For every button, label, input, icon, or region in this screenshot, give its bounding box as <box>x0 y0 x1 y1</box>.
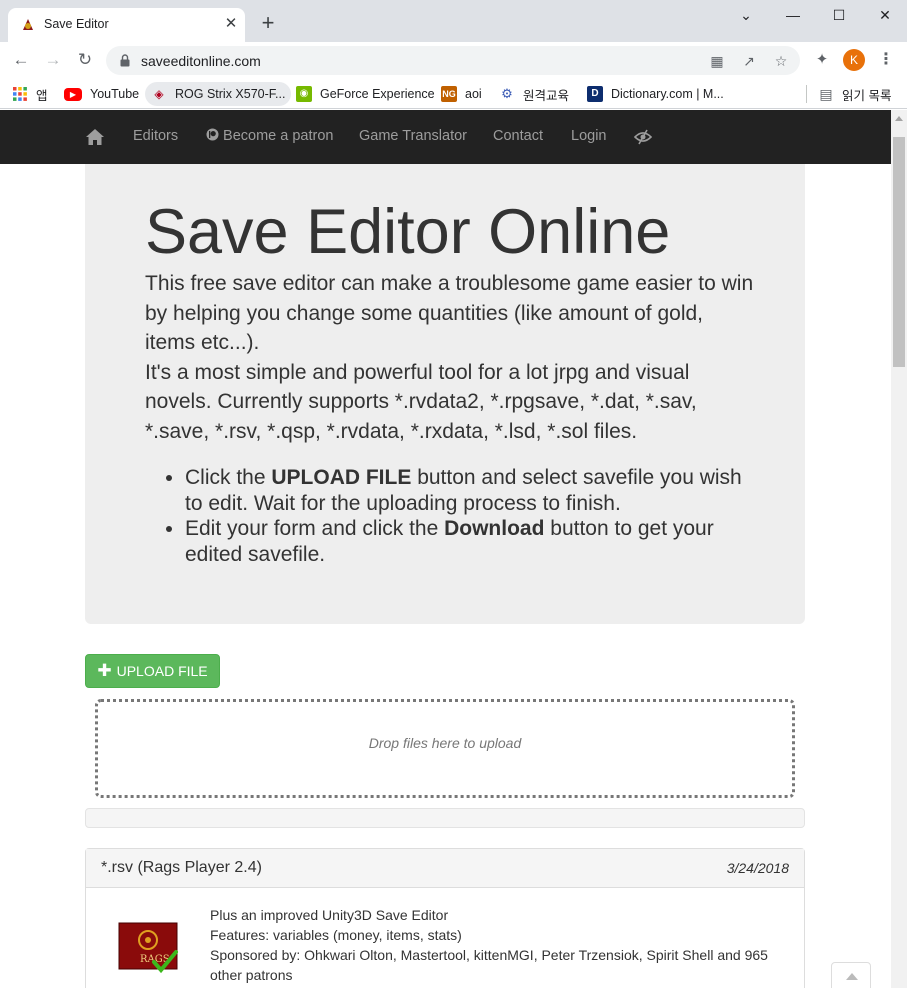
bookmark-remote-edu[interactable]: ⚙ 원격교육 <box>499 82 569 106</box>
bookmark-label: ROG Strix X570-F... <box>175 87 286 101</box>
ng-icon: NG <box>441 86 457 102</box>
instruction-list: Click the UPLOAD FILE button and select … <box>185 465 755 567</box>
translate-icon[interactable]: ▦ <box>707 51 727 71</box>
entry-title[interactable]: *.rsv (Rags Player 2.4) <box>101 859 262 877</box>
reload-icon[interactable]: ↻ <box>73 48 97 72</box>
bookmark-separator <box>806 85 807 103</box>
tab-search-icon[interactable]: ⌄ <box>723 4 769 26</box>
bookmark-label: aoi <box>465 87 482 101</box>
apps-grid-icon <box>13 87 27 101</box>
bookmark-star-icon[interactable]: ☆ <box>771 51 791 71</box>
rags-logo-icon: RAGS <box>118 922 178 974</box>
entry-line: Features: variables (money, items, stats… <box>210 927 462 943</box>
nav-login[interactable]: Login <box>571 128 606 144</box>
rog-icon: ◈ <box>154 87 164 101</box>
maximize-button[interactable]: ☐ <box>816 4 862 26</box>
step-text: Click the <box>185 466 272 489</box>
step-bold: Download <box>444 517 545 540</box>
file-drop-zone[interactable]: Drop files here to upload <box>95 699 795 798</box>
upload-label: UPLOAD FILE <box>116 663 208 679</box>
nav-become-patron[interactable]: Become a patron <box>206 128 333 144</box>
bookmark-geforce[interactable]: ◉ GeForce Experience <box>296 82 435 106</box>
bookmark-dictionary[interactable]: D Dictionary.com | M... <box>587 82 724 106</box>
url-text[interactable]: saveeditonline.com <box>141 53 261 69</box>
entry-date: 3/24/2018 <box>726 860 789 876</box>
browser-tab[interactable]: Save Editor ✕ <box>8 8 245 42</box>
reading-list-icon: ▤ <box>819 86 833 102</box>
instruction-step: Edit your form and click the Download bu… <box>185 516 755 567</box>
new-tab-button[interactable]: + <box>256 12 280 36</box>
bookmark-label: 읽기 목록 <box>842 88 892 103</box>
upload-file-button[interactable]: ✚ UPLOAD FILE <box>85 654 220 688</box>
intro-line-2: It's a most simple and powerful tool for… <box>145 360 697 443</box>
bookmark-label: Dictionary.com | M... <box>611 87 724 101</box>
scroll-up-arrow-icon[interactable] <box>895 116 903 121</box>
nav-game-translator[interactable]: Game Translator <box>359 128 467 144</box>
entry-description: Plus an improved Unity3D Save Editor Fea… <box>210 905 790 985</box>
upload-progress-bar <box>85 808 805 828</box>
back-arrow-icon[interactable]: ← <box>9 48 33 72</box>
instruction-step: Click the UPLOAD FILE button and select … <box>185 465 755 516</box>
address-bar[interactable]: saveeditonline.com ▦ ↗ ☆ <box>106 46 800 75</box>
hide-eye-icon[interactable] <box>634 129 652 145</box>
plus-icon: ✚ <box>97 661 112 680</box>
hero-intro: This free save editor can make a trouble… <box>145 269 755 446</box>
globe-icon: ⚙ <box>501 86 513 101</box>
chevron-up-icon <box>846 973 858 980</box>
nav-contact[interactable]: Contact <box>493 128 543 144</box>
dictionary-icon: D <box>587 86 603 102</box>
nvidia-icon: ◉ <box>296 86 312 102</box>
bookmark-label: GeForce Experience <box>320 87 435 101</box>
bookmark-label: 원격교육 <box>523 88 570 103</box>
entry-header: *.rsv (Rags Player 2.4) 3/24/2018 <box>86 849 804 888</box>
intro-line-1: This free save editor can make a trouble… <box>145 272 754 354</box>
share-icon[interactable]: ↗ <box>739 51 759 71</box>
home-icon[interactable] <box>85 128 105 146</box>
site-favicon-icon <box>23 19 33 30</box>
step-text: Edit your form and click the <box>185 517 445 540</box>
bookmark-label: YouTube <box>90 87 140 101</box>
scroll-thumb[interactable] <box>893 137 905 367</box>
forward-arrow-icon[interactable]: → <box>41 48 65 72</box>
tab-strip: Save Editor ✕ + ⌄ — ☐ ✕ <box>0 0 907 42</box>
bookmark-aoi[interactable]: NG aoi <box>441 82 482 106</box>
patreon-icon <box>206 128 219 141</box>
site-navbar: Editors Become a patron Game Translator … <box>0 110 891 164</box>
profile-avatar[interactable]: K <box>843 49 865 71</box>
bookmarks-bar: 앱 ▶ YouTube ◈ ROG Strix X570-F... ◉ GeFo… <box>0 78 907 109</box>
extensions-puzzle-icon[interactable]: ✦ <box>812 50 832 70</box>
drop-zone-text: Drop files here to upload <box>368 735 522 751</box>
back-to-top-button[interactable] <box>831 962 871 988</box>
editor-entry-panel: *.rsv (Rags Player 2.4) 3/24/2018 RAGS P… <box>85 848 805 988</box>
nav-label: Become a patron <box>223 128 334 144</box>
bookmark-label: 앱 <box>36 88 48 103</box>
step-bold: UPLOAD FILE <box>271 466 412 489</box>
entry-line: Sponsored by: Ohkwari Olton, Mastertool,… <box>210 947 768 983</box>
page-title: Save Editor Online <box>145 197 671 267</box>
youtube-icon: ▶ <box>64 87 82 101</box>
browser-toolbar: ← → ↻ saveeditonline.com ▦ ↗ ☆ ✦ <box>0 42 907 78</box>
tab-close-icon[interactable]: ✕ <box>222 15 240 33</box>
tab-title: Save Editor <box>44 17 109 31</box>
lock-icon <box>120 54 130 67</box>
bookmark-reading-list[interactable]: ▤ 읽기 목록 <box>818 82 891 106</box>
bookmark-apps[interactable]: 앱 <box>12 82 48 106</box>
browser-menu-icon[interactable]: ⋮ <box>876 50 896 70</box>
bookmark-youtube[interactable]: ▶ YouTube <box>64 82 139 106</box>
hero-panel: Save Editor Online This free save editor… <box>85 164 805 624</box>
nav-editors[interactable]: Editors <box>133 128 178 144</box>
minimize-button[interactable]: — <box>770 4 816 26</box>
page-scrollbar[interactable] <box>891 110 907 988</box>
entry-line: Plus an improved Unity3D Save Editor <box>210 907 449 923</box>
close-window-button[interactable]: ✕ <box>862 4 907 26</box>
bookmark-rog[interactable]: ◈ ROG Strix X570-F... <box>145 82 292 106</box>
